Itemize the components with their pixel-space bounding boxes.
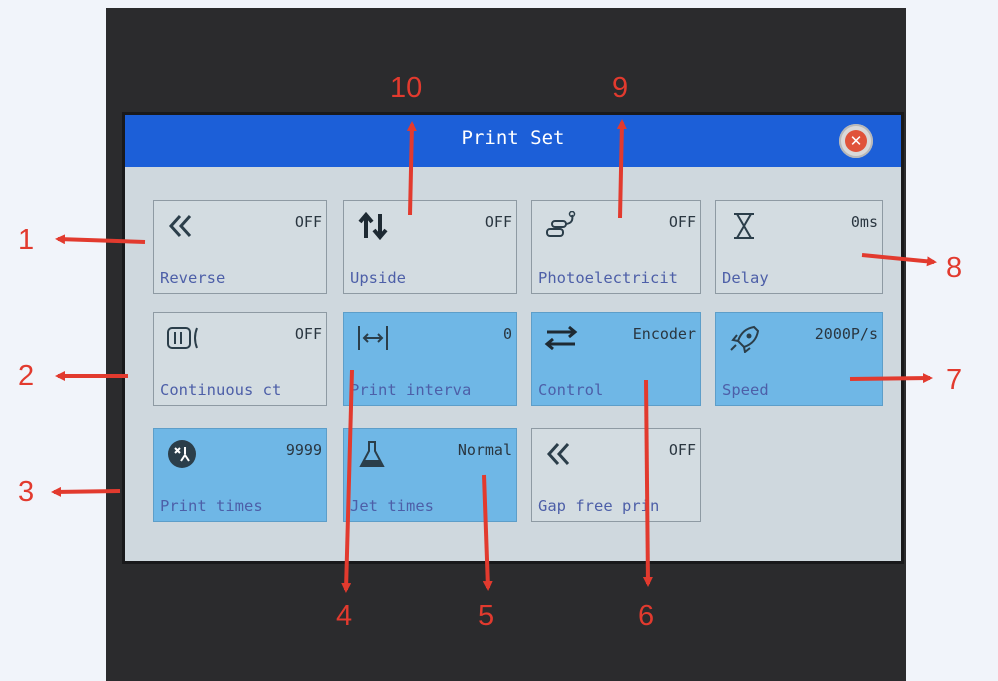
callout-label-3: 3 [18,476,35,508]
callout-label-5: 5 [478,600,495,632]
callout-label-10: 10 [390,72,423,104]
callout-arrow-3 [51,486,121,497]
callout-arrow-8 [861,253,937,267]
annotation-arrows [51,119,937,593]
callout-arrow-6 [642,379,653,587]
callout-arrow-10 [406,121,417,216]
callout-label-1: 1 [18,224,35,256]
callout-arrow-1 [55,234,146,245]
callout-label-2: 2 [18,360,35,392]
callout-arrow-7 [849,373,933,384]
callout-label-9: 9 [612,72,629,104]
callout-label-6: 6 [638,600,655,632]
callout-arrow-5 [482,474,493,591]
callout-arrow-9 [616,119,627,219]
callout-arrow-4 [341,369,354,593]
callout-label-8: 8 [946,252,963,284]
callout-label-7: 7 [946,364,963,396]
callout-label-4: 4 [336,600,353,632]
